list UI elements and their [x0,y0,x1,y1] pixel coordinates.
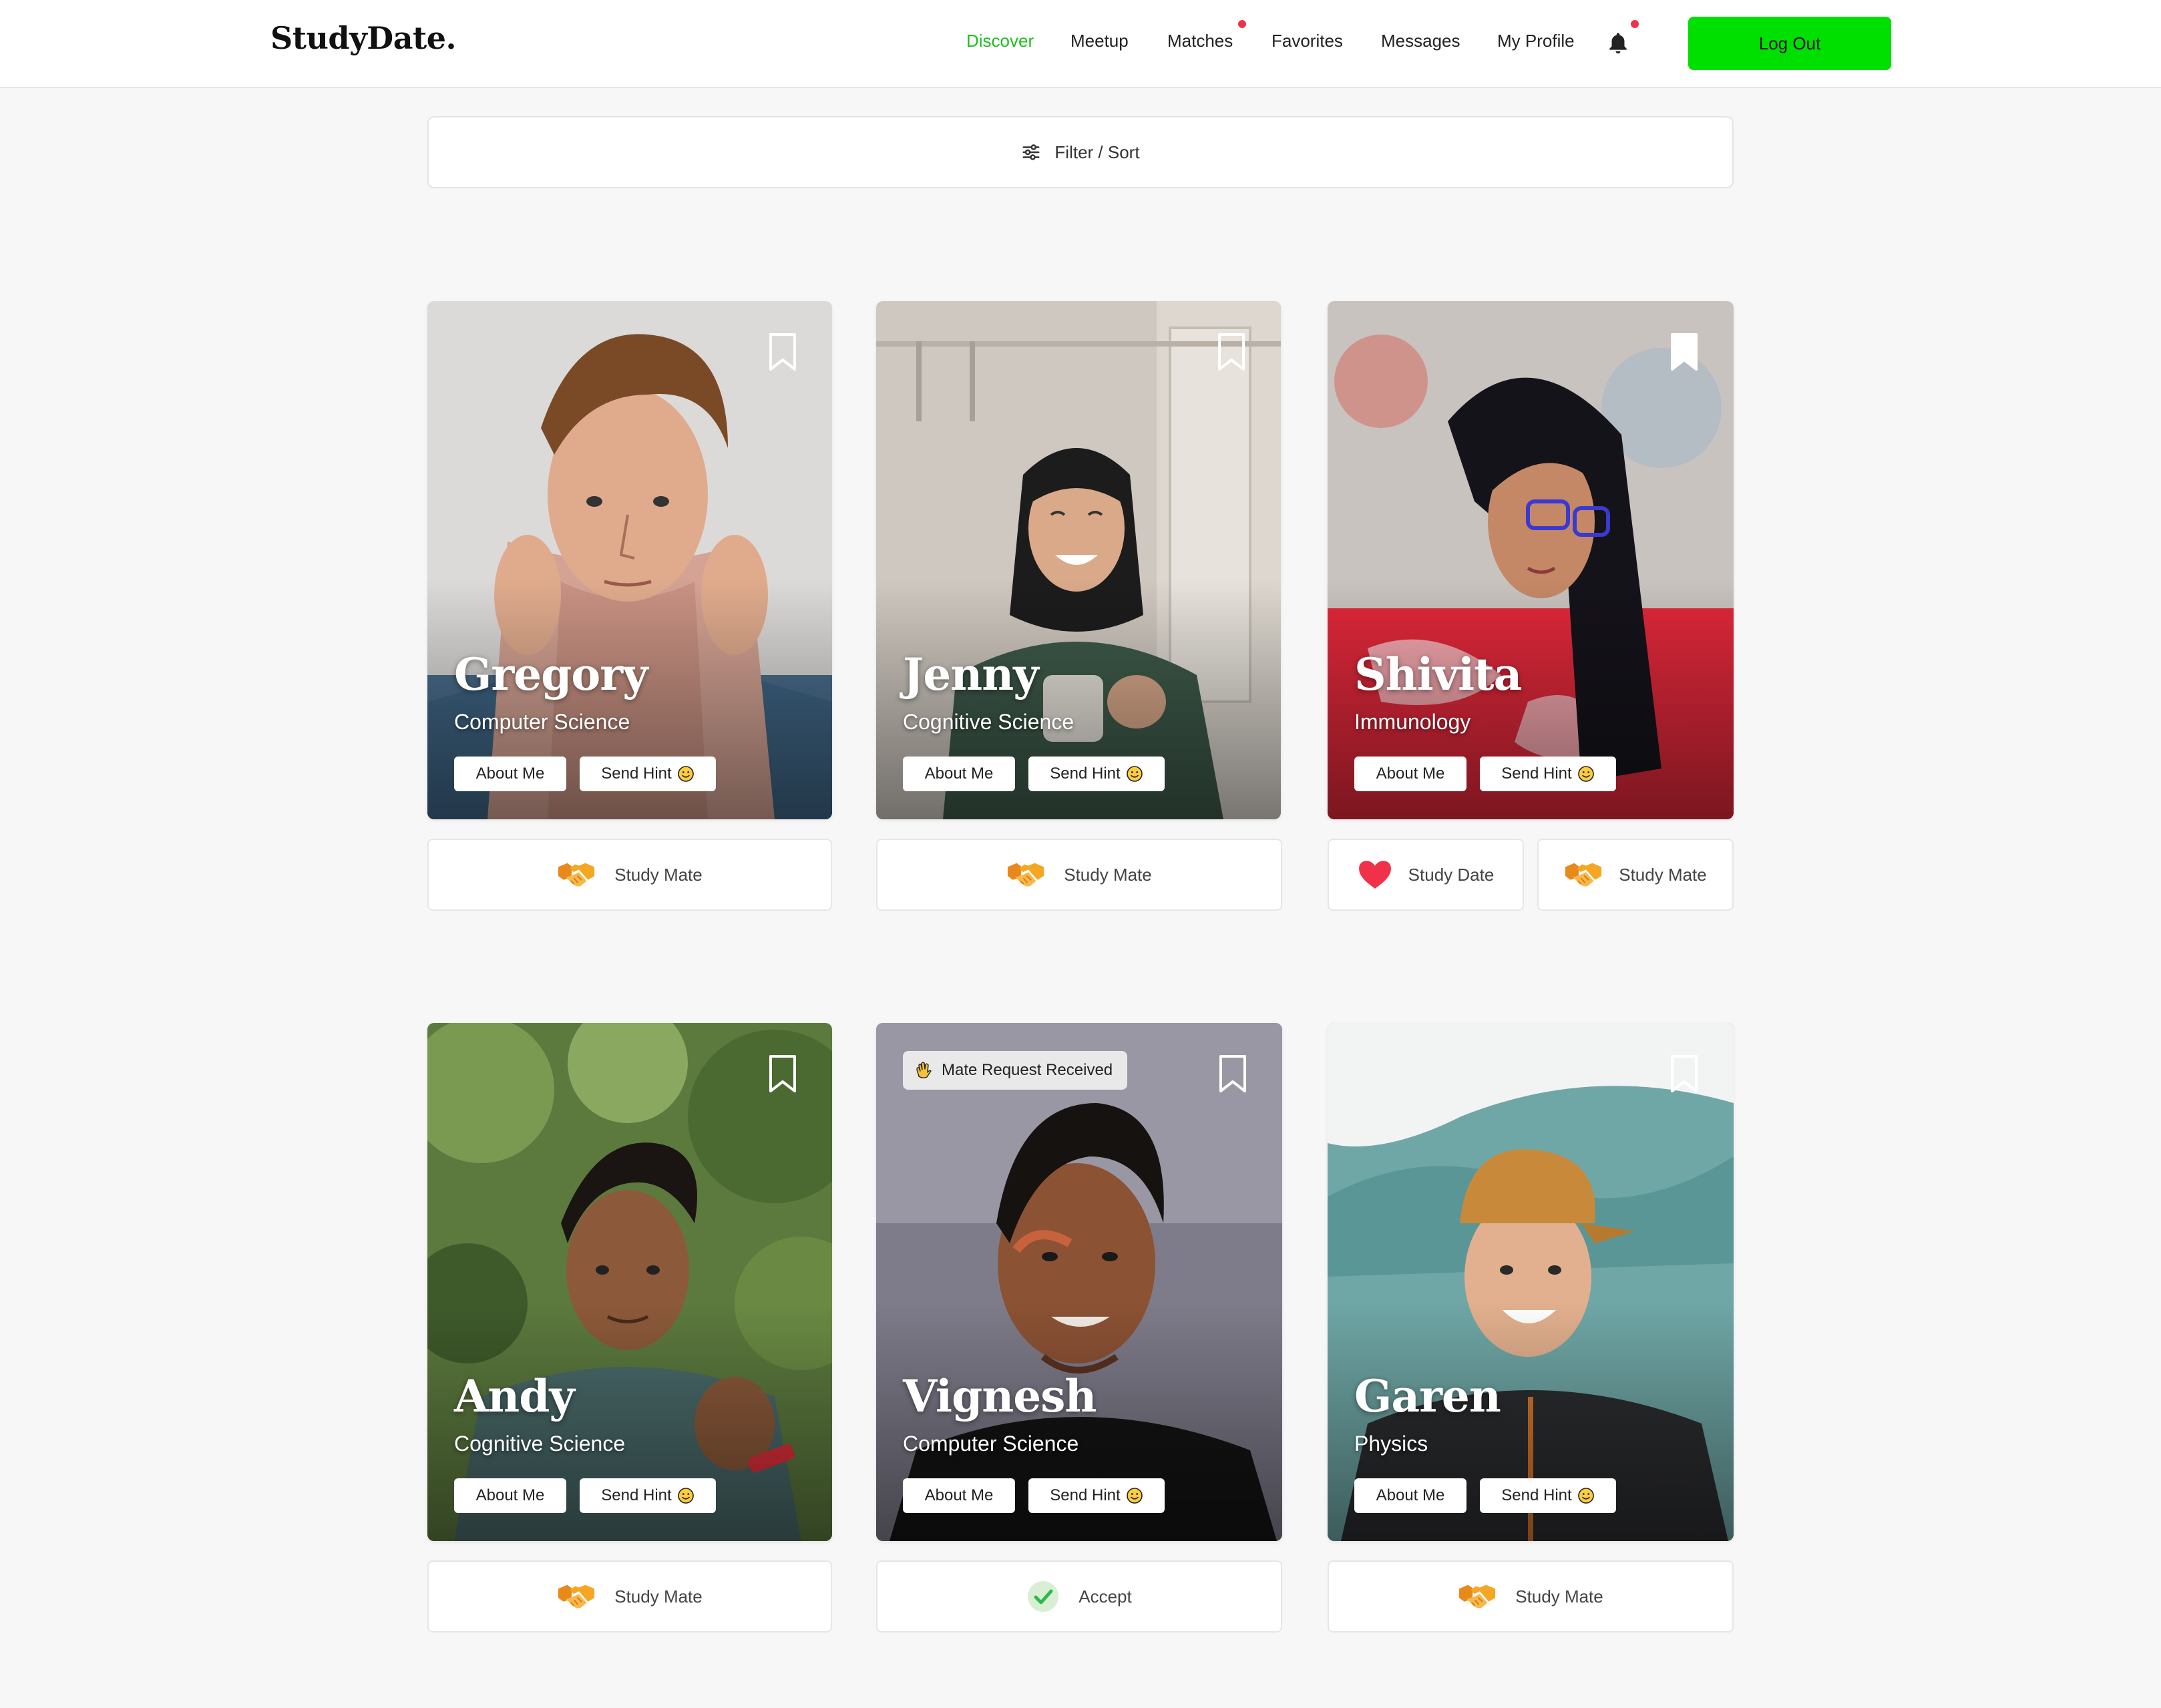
study-mate-button[interactable]: Study Mate [876,839,1282,911]
bookmark-icon[interactable] [767,332,799,372]
profile-major: Immunology [1354,710,1471,734]
send-hint-label: Send Hint [601,1486,672,1504]
about-me-button[interactable]: About Me [454,1478,566,1513]
profile-major: Cognitive Science [903,710,1074,734]
study-mate-button[interactable]: Study Mate [1537,839,1734,911]
send-hint-button[interactable]: Send Hint [1028,1478,1165,1513]
about-me-button[interactable]: About Me [903,1478,1015,1513]
check-icon [1028,1581,1059,1612]
study-mate-button[interactable]: Study Mate [1328,1560,1734,1633]
filter-sort-button[interactable]: Filter / Sort [427,116,1734,188]
about-me-button[interactable]: About Me [1354,1478,1466,1513]
accept-label: Accept [1078,1586,1132,1607]
send-hint-label: Send Hint [1501,765,1572,783]
handshake-icon [557,857,596,892]
profile-major: Computer Science [454,710,630,734]
bookmark-icon[interactable] [1215,332,1247,372]
send-hint-label: Send Hint [601,765,672,783]
send-hint-button[interactable]: Send Hint [1028,757,1165,791]
bell-icon[interactable] [1607,31,1629,56]
bookmark-icon[interactable] [1217,1054,1249,1094]
profile-major: Cognitive Science [454,1432,626,1456]
bell-notification-dot [1631,20,1639,28]
filter-sort-label: Filter / Sort [1054,142,1140,162]
nav-meetup[interactable]: Meetup [1070,31,1129,51]
profile-card-shivita[interactable]: Shivita Immunology About Me Send Hint [1328,301,1734,819]
logout-button[interactable]: Log Out [1688,17,1891,70]
study-date-label: Study Date [1408,864,1495,885]
accept-button[interactable]: Accept [876,1560,1282,1633]
send-hint-button[interactable]: Send Hint [580,757,716,791]
profile-name: Garen [1354,1370,1501,1422]
nav-favorites[interactable]: Favorites [1271,31,1343,51]
profile-major: Physics [1354,1432,1428,1456]
smiley-icon [1126,765,1143,783]
nav-my-profile[interactable]: My Profile [1497,31,1575,51]
bookmark-icon[interactable] [1668,1054,1700,1094]
handshake-icon [557,1579,596,1614]
profile-name: Shivita [1354,648,1522,700]
bookmark-icon[interactable] [1668,332,1700,372]
profile-major: Computer Science [903,1432,1079,1456]
handshake-icon [1006,857,1045,892]
top-navbar: StudyDate. Discover Meetup Matches Favor… [0,0,2161,88]
wave-icon [916,1062,932,1078]
smiley-icon [1126,1487,1143,1504]
profile-name: Vignesh [903,1370,1097,1422]
profile-card-jenny[interactable]: Jenny Cognitive Science About Me Send Hi… [876,301,1281,819]
mate-request-badge: Mate Request Received [903,1051,1128,1090]
send-hint-button[interactable]: Send Hint [1480,1478,1616,1513]
heart-icon [1358,861,1391,889]
send-hint-button[interactable]: Send Hint [580,1478,716,1513]
handshake-icon [1564,857,1603,892]
study-mate-label: Study Mate [1515,1586,1603,1607]
brand-logo[interactable]: StudyDate. [270,20,457,56]
study-mate-label: Study Mate [1619,864,1707,885]
send-hint-button[interactable]: Send Hint [1480,757,1616,791]
smiley-icon [677,765,695,783]
profile-name: Gregory [454,648,648,700]
profile-card-andy[interactable]: Andy Cognitive Science About Me Send Hin… [427,1023,832,1541]
study-mate-button[interactable]: Study Mate [427,839,832,911]
profile-card-vignesh[interactable]: Mate Request Received Vignesh Computer S… [876,1023,1282,1541]
send-hint-label: Send Hint [1050,765,1121,783]
nav-matches[interactable]: Matches [1167,31,1233,51]
smiley-icon [1577,765,1595,783]
sliders-icon [1022,144,1040,160]
about-me-button[interactable]: About Me [454,757,566,791]
send-hint-label: Send Hint [1050,1486,1121,1504]
profile-name: Jenny [903,648,1039,700]
profile-card-garen[interactable]: Garen Physics About Me Send Hint [1328,1023,1734,1541]
study-mate-label: Study Mate [1064,864,1152,885]
nav-discover[interactable]: Discover [966,31,1034,51]
send-hint-label: Send Hint [1501,1486,1572,1504]
handshake-icon [1458,1579,1497,1614]
mate-request-label: Mate Request Received [942,1061,1113,1079]
profile-card-gregory[interactable]: Gregory Computer Science About Me Send H… [427,301,832,819]
bookmark-icon[interactable] [767,1054,799,1094]
about-me-button[interactable]: About Me [1354,757,1466,791]
study-date-button[interactable]: Study Date [1328,839,1524,911]
study-mate-label: Study Mate [614,1586,703,1607]
smiley-icon [1577,1487,1595,1504]
study-mate-button[interactable]: Study Mate [427,1560,832,1633]
nav-messages[interactable]: Messages [1381,31,1460,51]
smiley-icon [677,1487,695,1504]
study-mate-label: Study Mate [614,864,703,885]
about-me-button[interactable]: About Me [903,757,1015,791]
profile-name: Andy [454,1370,575,1422]
matches-notification-dot [1238,20,1246,28]
